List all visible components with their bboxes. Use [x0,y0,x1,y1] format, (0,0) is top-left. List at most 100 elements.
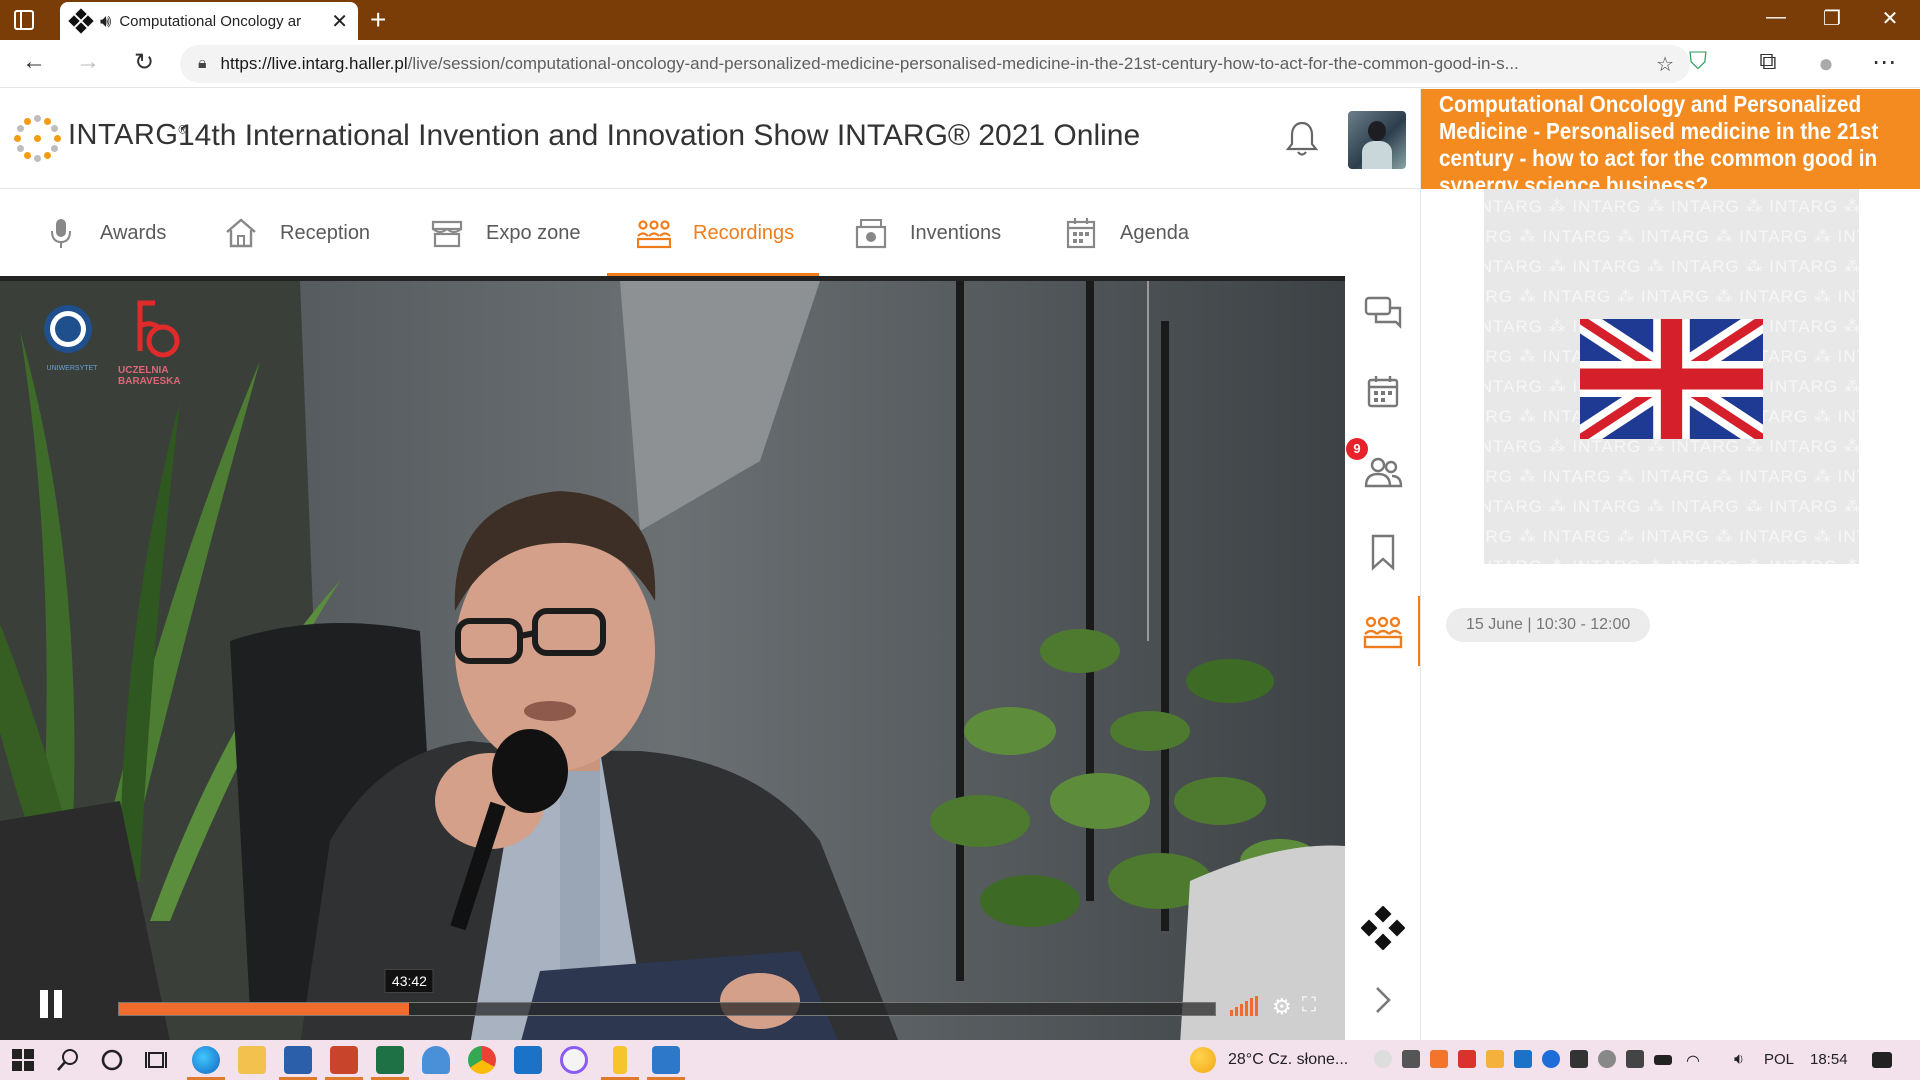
word-icon[interactable] [284,1046,312,1074]
volume-icon[interactable] [1230,996,1260,1016]
video-player[interactable]: UCZELNIA BARAVESKA UNIWERSYTET 43:42 ⚙ ⛶ [0,276,1345,1040]
windows-start-icon[interactable] [12,1048,34,1072]
minimize-button[interactable]: — [1756,6,1796,29]
fullscreen-icon[interactable]: ⛶ [1302,994,1316,1017]
intarg-logo-text[interactable]: INTARG® [68,119,188,152]
nav-expo-zone[interactable]: Expo zone [430,190,581,276]
collections-icon[interactable]: ⧉ [1752,48,1784,76]
excel-icon[interactable] [376,1046,404,1074]
url-path: /live/session/computational-oncology-and… [407,54,1519,73]
people-icon[interactable] [1363,452,1403,492]
sticky-notes-icon[interactable] [613,1046,627,1074]
audio-playing-icon[interactable]: 🔊︎ [100,11,111,32]
watermark-row: INTARG ⁂ INTARG ⁂ INTARG ⁂ INTARG ⁂ INTA… [1484,197,1859,216]
user-avatar[interactable] [1348,111,1406,169]
microphone-icon [51,219,71,248]
restore-button[interactable]: ❐ [1812,6,1852,31]
url-text[interactable]: https://live.intarg.haller.pl/live/sessi… [221,54,1621,74]
close-window-button[interactable]: ✕ [1870,6,1910,31]
chevron-right-icon[interactable] [1363,980,1403,1020]
clock[interactable]: 18:54 [1810,1051,1848,1068]
chat-icon[interactable] [1363,292,1403,332]
language-indicator[interactable]: POL [1764,1051,1794,1068]
nav-label: Inventions [910,221,1002,244]
settings-gear-icon[interactable]: ⚙ [1272,994,1292,1020]
mail-icon[interactable] [1486,1050,1504,1068]
battery-icon[interactable] [1654,1055,1672,1065]
extension-icon[interactable]: ⛉ [1682,48,1714,76]
watermark-row: INTARG ⁂ INTARG ⁂ INTARG ⁂ INTARG ⁂ INTA… [1484,287,1859,306]
bookmark-icon[interactable] [1363,532,1403,572]
back-icon[interactable]: ← [18,48,50,76]
recordings-icon[interactable] [1363,612,1403,652]
tray-app-icon[interactable] [1430,1050,1448,1068]
nav-agenda[interactable]: Agenda [1064,190,1189,276]
watermark-row: INTARG ⁂ INTARG ⁂ INTARG ⁂ INTARG ⁂ INTA… [1484,437,1859,456]
more-menu-icon[interactable]: ⋯ [1868,48,1900,77]
app-circle-icon[interactable] [560,1046,588,1074]
logo-dot [16,145,24,152]
logo-wordmark: INTARG [68,119,179,151]
browser-tab-strip: 🔊︎ Computational Oncology ar ✕ + — ❐ ✕ [0,0,1920,40]
file-explorer-icon[interactable] [238,1046,266,1074]
logo-dot [14,135,21,142]
tray-app-icon[interactable] [1458,1050,1476,1068]
logo-dot [34,115,41,122]
bluetooth-icon[interactable] [1542,1050,1560,1068]
site-header: INTARG® 14th International Invention and… [0,89,1420,189]
nav-awards[interactable]: Awards [44,190,166,276]
nav-reception[interactable]: Reception [224,190,370,276]
favorite-star-icon[interactable]: ☆ [1656,52,1674,77]
nav-inventions[interactable]: Inventions [854,190,1001,276]
tray-app-icon[interactable] [1374,1050,1392,1068]
onedrive-icon[interactable] [1598,1050,1616,1068]
weather-icon[interactable] [1190,1047,1216,1073]
lock-icon[interactable]: 🔒︎ [198,55,207,73]
tray-device-icon[interactable] [1402,1050,1420,1068]
cortana-icon[interactable] [100,1048,124,1072]
intarg-logo-icon[interactable] [12,113,64,165]
nav-label: Recordings [693,221,795,244]
powerpoint-icon[interactable] [330,1046,358,1074]
refresh-icon[interactable]: ↻ [128,48,160,77]
logo-dot [24,117,31,125]
outlook-icon[interactable] [514,1046,542,1074]
video-frame-image [0,281,1345,1040]
address-bar[interactable]: 🔒︎ https://live.intarg.haller.pl/live/se… [180,45,1690,83]
weather-text[interactable]: 28°C Cz. słone... [1228,1051,1348,1069]
speaker-icon[interactable]: 🔉︎ [1734,1051,1744,1069]
search-icon[interactable] [56,1048,80,1072]
progress-bar[interactable]: 43:42 [118,969,1216,1016]
security-shield-icon[interactable] [1570,1050,1588,1068]
outlook-tray-icon[interactable] [1514,1050,1532,1068]
calendar-icon [1066,218,1096,249]
tab-actions-icon[interactable] [14,10,34,30]
tray-app-icon[interactable] [1626,1050,1644,1068]
new-tab-button[interactable]: + [370,4,386,36]
profile-icon[interactable]: ● [1810,48,1842,79]
booth-icon [431,220,463,248]
app-logo-icon[interactable] [1361,906,1405,950]
notifications-icon[interactable] [1872,1052,1892,1068]
pause-button[interactable] [40,990,64,1018]
chrome-icon[interactable] [468,1046,496,1074]
nav-recordings[interactable]: Recordings [606,190,820,276]
watermark-row: INTARG ⁂ INTARG ⁂ INTARG ⁂ INTARG ⁂ INTA… [1484,257,1859,276]
photos-icon[interactable] [652,1046,680,1074]
browser-toolbar: ← → ↻ 🔒︎ https://live.intarg.haller.pl/l… [0,40,1920,88]
task-view-icon[interactable] [144,1048,168,1072]
tab-close-button[interactable]: ✕ [331,9,348,34]
edge-browser-icon[interactable] [192,1046,220,1074]
browser-tab[interactable]: 🔊︎ Computational Oncology ar ✕ [60,2,358,40]
logo-dot [44,152,51,160]
tab-title: Computational Oncology ar [119,12,302,30]
wifi-icon[interactable]: ◠ [1686,1051,1700,1071]
cloud-app-icon[interactable] [422,1046,450,1074]
calendar-icon[interactable] [1363,372,1403,412]
os-taskbar: 28°C Cz. słone... ◠ 🔉︎ POL 18:54 [0,1040,1920,1080]
nav-label: Reception [280,221,371,244]
side-rail [1345,276,1421,1040]
notifications-bell-icon[interactable] [1284,119,1320,159]
attendees-badge: 9 [1346,438,1368,460]
forward-icon[interactable]: → [72,48,104,76]
